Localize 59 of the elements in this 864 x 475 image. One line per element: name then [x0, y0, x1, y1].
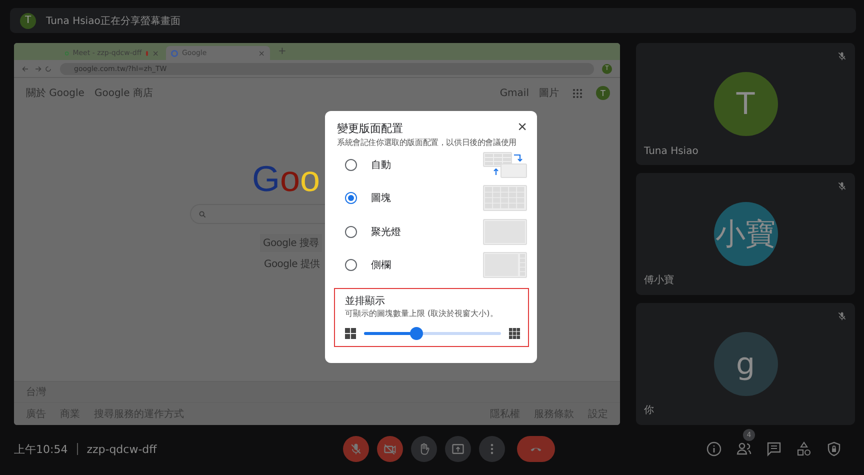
profile-avatar[interactable]: T [596, 86, 610, 100]
radio-button[interactable] [345, 158, 357, 171]
tiled-layout-icon [483, 185, 527, 212]
favicon-icon [171, 50, 178, 56]
search-icon [199, 210, 206, 218]
tab-close-button[interactable]: × [258, 48, 265, 58]
camera-off-button[interactable] [377, 436, 403, 462]
auto-layout-icon [483, 152, 527, 178]
participant-avatar: T [714, 72, 778, 136]
shield-lock-icon[interactable] [826, 441, 842, 457]
sidebar-layout-icon [483, 252, 527, 278]
search-button[interactable]: Google 搜尋 [260, 234, 322, 252]
option-label[interactable]: 聚光燈 [371, 224, 401, 239]
section-title: 並排顯示 [345, 294, 386, 308]
participant-name: Tuna Hsiao [644, 146, 698, 157]
section-description: 可顯示的圖塊數量上限 (取決於視窗大小)。 [345, 308, 499, 319]
present-button[interactable] [445, 436, 471, 462]
recording-dot [146, 50, 148, 56]
meeting-code: zzp-qdcw-dff [86, 442, 157, 456]
page-link[interactable]: Google 商店 [94, 86, 153, 100]
participant-name: 傅小寶 [644, 274, 674, 287]
apps-icon[interactable] [573, 88, 582, 98]
people-icon[interactable] [736, 441, 752, 457]
info-icon[interactable] [706, 441, 722, 457]
participant-name: 你 [644, 404, 654, 417]
tab-close-button[interactable]: × [152, 48, 159, 58]
clock: 上午10:54 [14, 442, 68, 456]
search-logo: Goo [252, 161, 320, 197]
many-tiles-icon [509, 328, 520, 339]
raise-hand-button[interactable] [411, 436, 437, 462]
participant-avatar: 小寶 [714, 202, 778, 266]
chat-icon[interactable] [766, 441, 782, 457]
language-offer-text: Google 提供 [264, 258, 320, 271]
option-label[interactable]: 自動 [371, 158, 391, 172]
option-label[interactable]: 圖塊 [371, 191, 391, 206]
tile-count-slider[interactable] [364, 327, 501, 340]
mic-off-button[interactable] [343, 436, 369, 462]
close-button[interactable]: × [518, 120, 527, 136]
page-link[interactable]: 圖片 [539, 86, 559, 100]
few-tiles-icon [345, 328, 356, 339]
page-link[interactable]: 關於 Google [26, 86, 84, 100]
avatar: T [20, 12, 36, 28]
participant-avatar: g [714, 332, 778, 396]
activities-icon[interactable] [796, 441, 812, 457]
new-tab-button[interactable]: + [278, 46, 286, 57]
radio-button[interactable] [345, 192, 357, 204]
spotlight-layout-icon [483, 218, 527, 245]
favicon-icon [65, 50, 69, 56]
camera-off-icon [383, 442, 397, 456]
dialog-title: 變更版面配置 [337, 120, 403, 136]
option-label[interactable]: 側欄 [371, 258, 391, 272]
slider-handle[interactable] [410, 327, 424, 340]
radio-button[interactable] [345, 226, 357, 238]
radio-button[interactable] [345, 259, 357, 272]
mic-off-icon [349, 442, 363, 456]
page-link[interactable]: Gmail [500, 88, 529, 98]
present-screen-icon [451, 442, 465, 456]
dialog-description: 系統會記住你選取的版面配置，以供日後的會議使用 [337, 137, 518, 148]
sharing-message: Tuna Hsiao正在分享螢幕畫面 [46, 14, 180, 28]
